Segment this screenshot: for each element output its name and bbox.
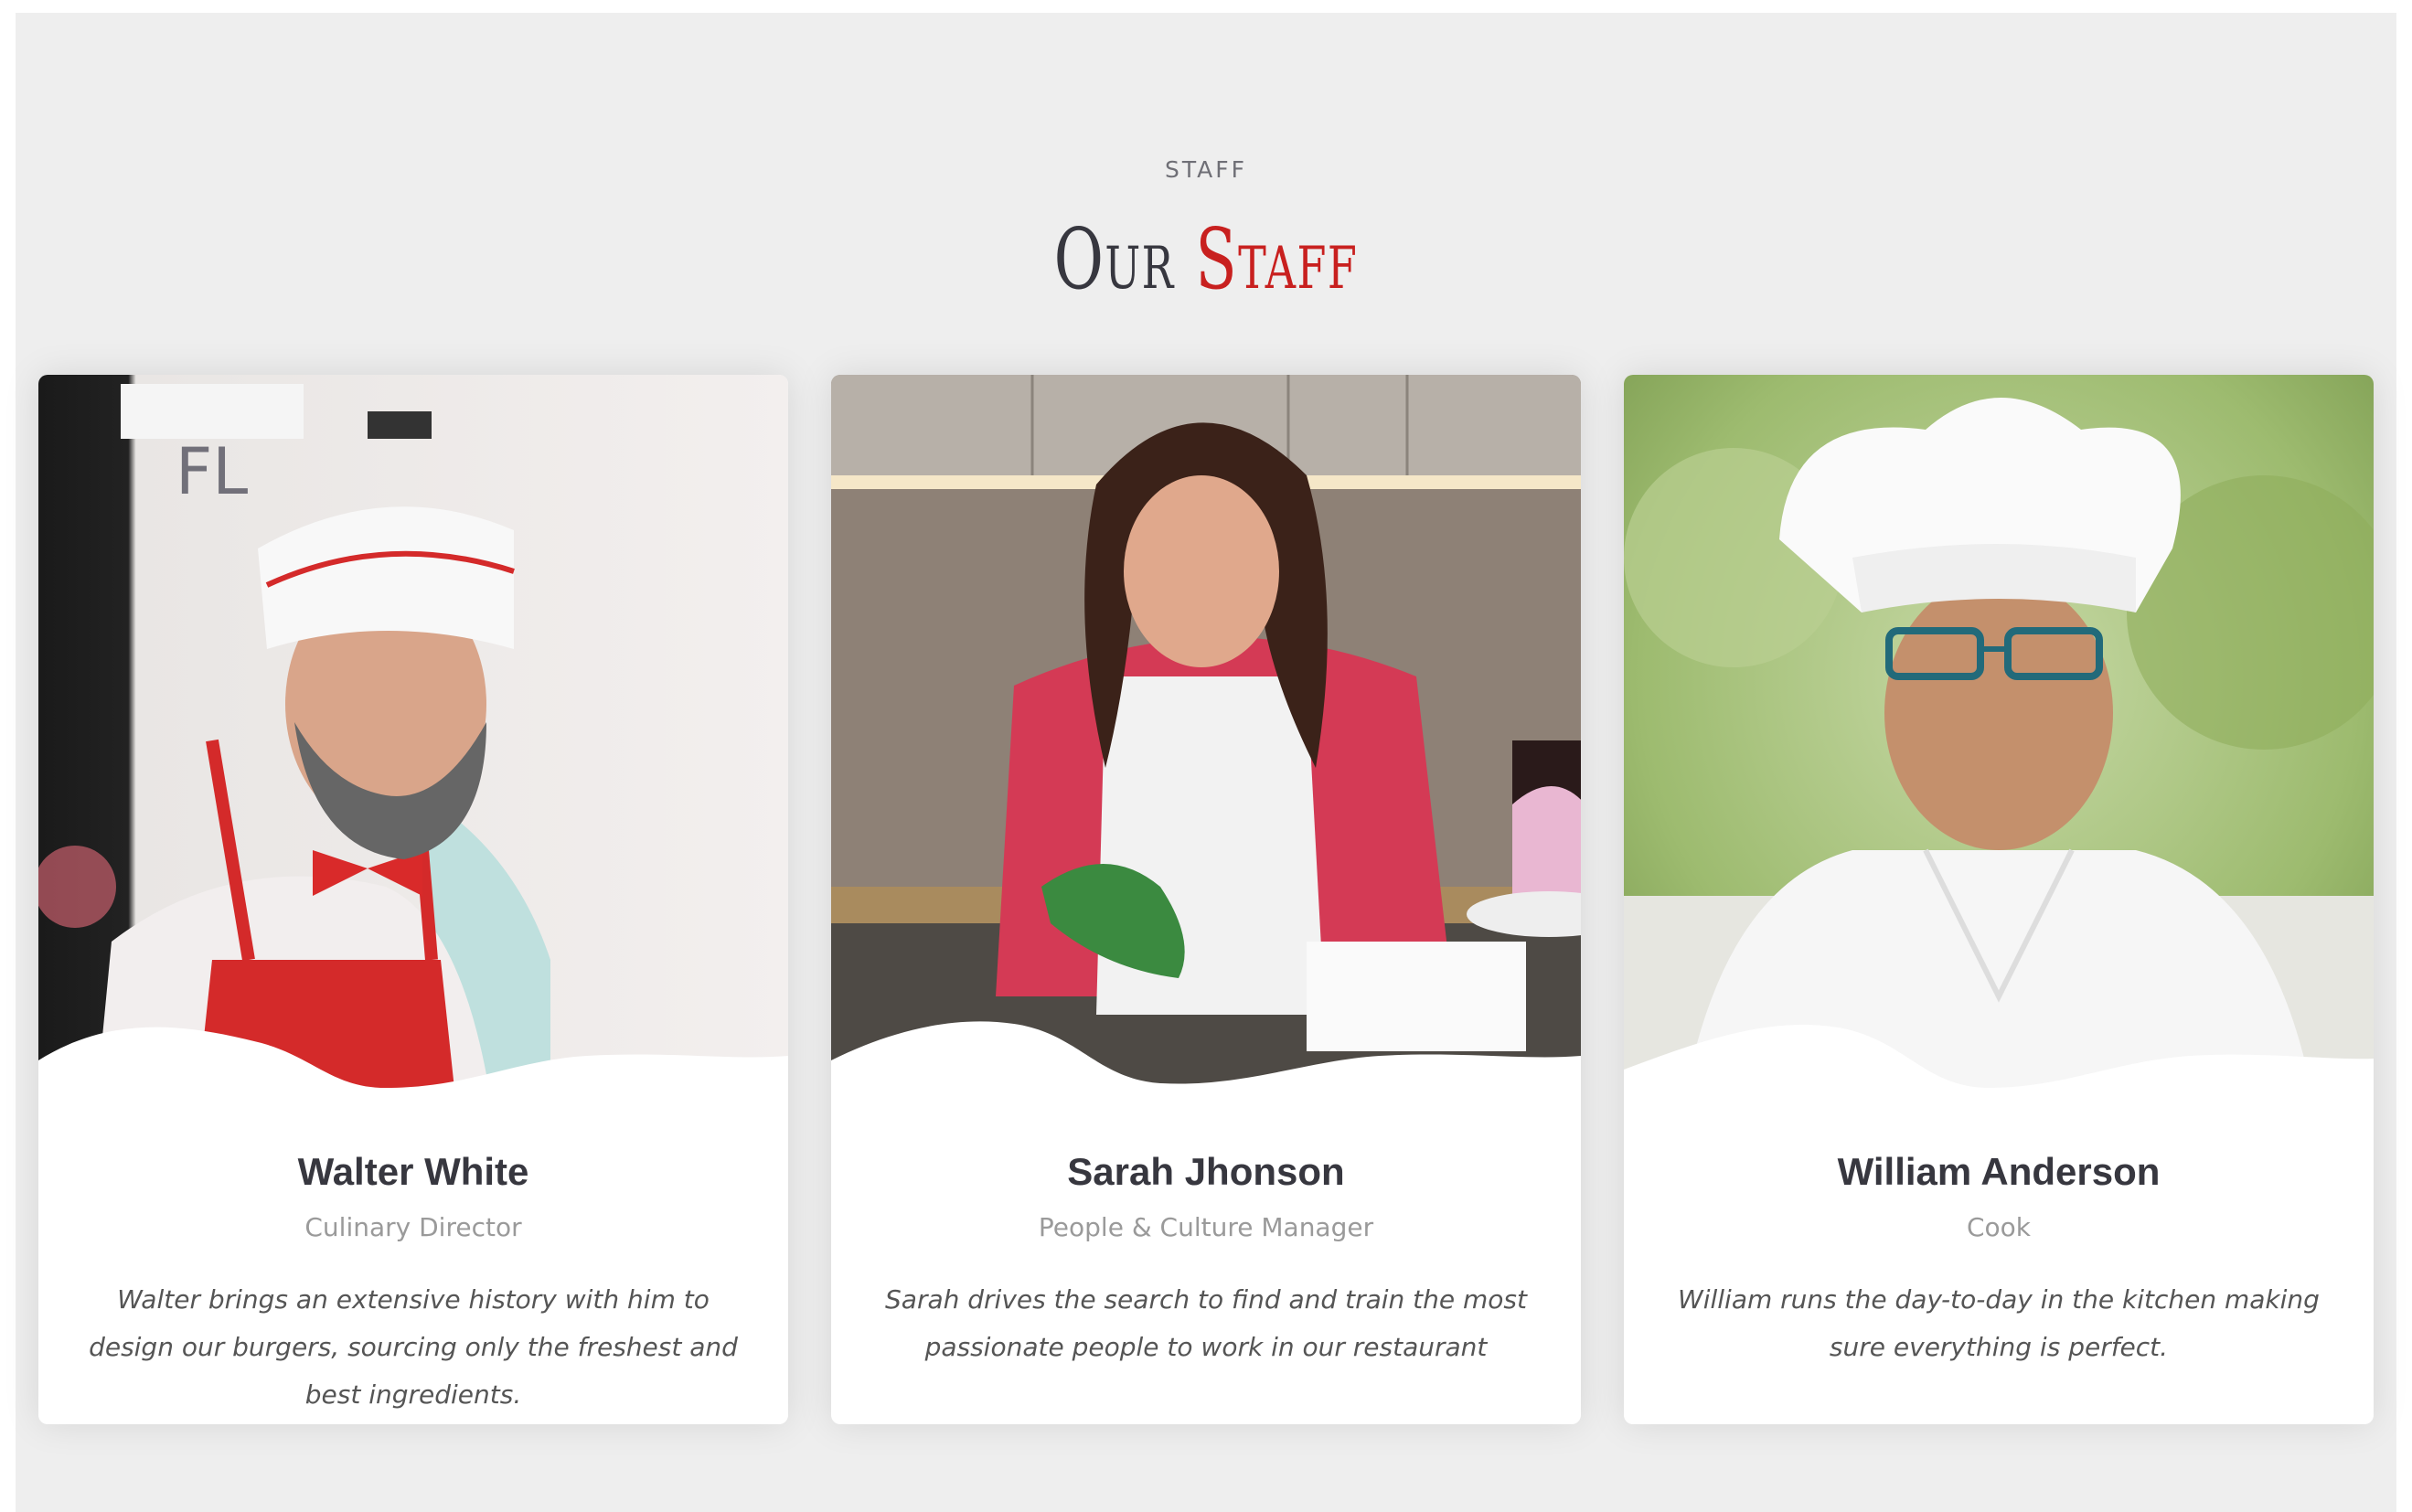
staff-name: Walter White: [297, 1150, 529, 1193]
staff-role: People & Culture Manager: [1038, 1212, 1374, 1242]
staff-card-sarah: Sarah Jhonson People & Culture Manager S…: [831, 375, 1581, 1424]
staff-bio: Sarah drives the search to find and trai…: [885, 1284, 1527, 1362]
section-title-part2: Staff: [1195, 210, 1359, 308]
staff-section: STAFF Our Staff FL Walter White Culinary…: [16, 13, 2396, 1512]
staff-role: Cook: [1966, 1212, 2032, 1242]
staff-photo-william: [1624, 375, 2374, 1132]
staff-card-walter: FL Walter White Culinary Director Walter…: [38, 375, 788, 1424]
staff-card-william: William Anderson Cook William runs the d…: [1624, 375, 2374, 1424]
staff-photo-sarah: [831, 375, 1581, 1132]
staff-photo-walter: FL: [38, 375, 788, 1132]
section-title-part1: Our: [1053, 210, 1175, 308]
svg-text:FL: FL: [176, 434, 248, 509]
staff-bio: William runs the day-to-day in the kitch…: [1678, 1284, 2320, 1362]
section-eyebrow: STAFF: [1164, 156, 1248, 183]
staff-name: Sarah Jhonson: [1067, 1150, 1345, 1193]
section-title: Our Staff: [349, 209, 2064, 310]
staff-name: William Anderson: [1837, 1150, 2161, 1193]
staff-role: Culinary Director: [304, 1212, 522, 1242]
staff-bio: Walter brings an extensive history with …: [89, 1284, 738, 1410]
